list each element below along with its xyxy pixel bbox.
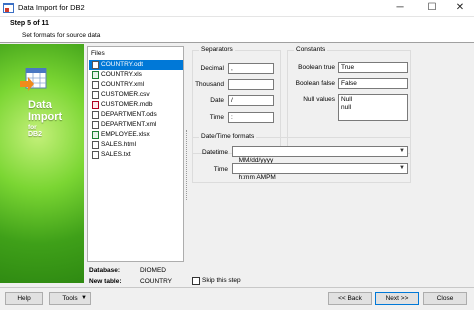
- csv-file-icon: [92, 91, 99, 99]
- wizard-header: Step 5 of 11 Set formats for source data: [0, 17, 474, 43]
- close-window-button[interactable]: ✕: [446, 0, 474, 16]
- back-button[interactable]: << Back: [328, 292, 372, 305]
- excel-file-icon: [92, 71, 99, 79]
- file-name: EMPLOYEE.xlsx: [101, 131, 150, 138]
- file-name: COUNTRY.odt: [101, 61, 144, 68]
- txt-file-icon: [92, 151, 99, 159]
- sidebar-title-line1: Data: [28, 99, 52, 111]
- separators-title: Separators: [199, 46, 235, 53]
- datetime-formats-group: Date/Time formats: [192, 133, 411, 183]
- close-button[interactable]: Close: [423, 292, 467, 305]
- thousand-separator-input[interactable]: [228, 79, 274, 90]
- null-values-label: Null values: [303, 96, 335, 103]
- time-format-combo[interactable]: h:mm AMPM ▼: [232, 163, 408, 181]
- time-separator-input[interactable]: :: [228, 112, 274, 123]
- boolean-false-label: Boolean false: [295, 80, 335, 87]
- files-label: Files: [91, 50, 105, 57]
- time-format-label: Time: [213, 166, 228, 173]
- help-button[interactable]: Help: [5, 292, 43, 305]
- file-name: COUNTRY.xls: [101, 71, 142, 78]
- file-item[interactable]: DEPARTMENT.xml: [89, 120, 183, 130]
- date-separator-input[interactable]: /: [228, 95, 274, 106]
- sidebar-title-line3: for: [28, 124, 37, 131]
- skip-step-checkbox[interactable]: [192, 277, 200, 285]
- skip-step-label[interactable]: Skip this step: [202, 277, 241, 284]
- chevron-down-icon[interactable]: ▼: [399, 147, 405, 156]
- null-value-line: Null: [341, 96, 353, 103]
- chevron-down-icon[interactable]: ▼: [399, 164, 405, 173]
- file-name: SALES.txt: [101, 151, 131, 158]
- time-format-value: h:mm AMPM: [238, 174, 276, 181]
- datetime-formats-title: Date/Time formats: [199, 133, 257, 140]
- file-name: SALES.html: [101, 141, 137, 148]
- file-item[interactable]: SALES.html: [89, 140, 183, 150]
- file-name: CUSTOMER.csv: [101, 91, 150, 98]
- minimize-button[interactable]: ─: [386, 0, 414, 16]
- new-table-value: COUNTRY: [140, 278, 173, 285]
- constants-title: Constants: [294, 46, 328, 53]
- datetime-label: Datetime: [201, 149, 228, 156]
- files-panel: Files COUNTRY.odt COUNTRY.xls COUNTRY.xm…: [87, 46, 184, 262]
- window-title: Data Import for DB2: [18, 3, 85, 12]
- xml-file-icon: [92, 81, 99, 89]
- table-import-icon: [20, 68, 47, 91]
- database-label: Database:: [89, 267, 121, 274]
- thousand-label: Thousand: [195, 81, 224, 88]
- sidebar-title-line4: DB2: [28, 131, 43, 138]
- odt-file-icon: [92, 61, 99, 69]
- boolean-true-label: Boolean true: [298, 64, 335, 71]
- file-item[interactable]: EMPLOYEE.xlsx: [89, 130, 183, 140]
- wizard-sidebar: Data Import for DB2: [0, 44, 84, 283]
- time-label: Time: [209, 114, 224, 121]
- date-label: Date: [210, 97, 224, 104]
- tools-label: Tools: [62, 295, 78, 302]
- panel-splitter[interactable]: [186, 130, 189, 200]
- next-button[interactable]: Next >>: [375, 292, 419, 305]
- file-item[interactable]: DEPARTMENT.ods: [89, 110, 183, 120]
- maximize-button[interactable]: ☐: [418, 0, 446, 16]
- step-subtitle: Set formats for source data: [22, 32, 101, 39]
- null-value-line: null: [341, 104, 352, 111]
- decimal-separator-input[interactable]: ,: [228, 63, 274, 74]
- step-title: Step 5 of 11: [10, 20, 49, 27]
- html-file-icon: [92, 141, 99, 149]
- file-item[interactable]: COUNTRY.xml: [89, 80, 183, 90]
- chevron-down-icon: ▼: [81, 295, 87, 301]
- sidebar-title-line2: Import: [28, 111, 63, 123]
- file-list[interactable]: COUNTRY.odt COUNTRY.xls COUNTRY.xml CUST…: [89, 60, 183, 160]
- file-item[interactable]: COUNTRY.odt: [89, 60, 183, 70]
- title-bar: Data Import for DB2 ─ ☐ ✕: [0, 0, 474, 17]
- file-name: CUSTOMER.mdb: [101, 101, 153, 108]
- new-table-label: New table:: [89, 278, 122, 285]
- datetime-format-combo[interactable]: MM/dd/yyyy ▼: [232, 146, 408, 164]
- boolean-false-input[interactable]: False: [338, 78, 408, 89]
- file-item[interactable]: CUSTOMER.csv: [89, 90, 183, 100]
- file-item[interactable]: CUSTOMER.mdb: [89, 100, 183, 110]
- database-value: DIOMED: [140, 267, 166, 274]
- file-name: COUNTRY.xml: [101, 81, 145, 88]
- decimal-label: Decimal: [200, 65, 224, 72]
- file-item[interactable]: SALES.txt: [89, 150, 183, 160]
- excel-file-icon: [92, 131, 99, 139]
- file-item[interactable]: COUNTRY.xls: [89, 70, 183, 80]
- ods-file-icon: [92, 111, 99, 119]
- xml-file-icon: [92, 121, 99, 129]
- boolean-true-input[interactable]: True: [338, 62, 408, 73]
- app-icon: [3, 3, 14, 13]
- access-file-icon: [92, 101, 99, 109]
- null-values-textarea[interactable]: Null null: [338, 94, 408, 121]
- file-name: DEPARTMENT.ods: [101, 111, 157, 118]
- file-name: DEPARTMENT.xml: [101, 121, 157, 128]
- tools-button[interactable]: Tools ▼: [49, 292, 91, 305]
- footer-divider: [0, 287, 474, 288]
